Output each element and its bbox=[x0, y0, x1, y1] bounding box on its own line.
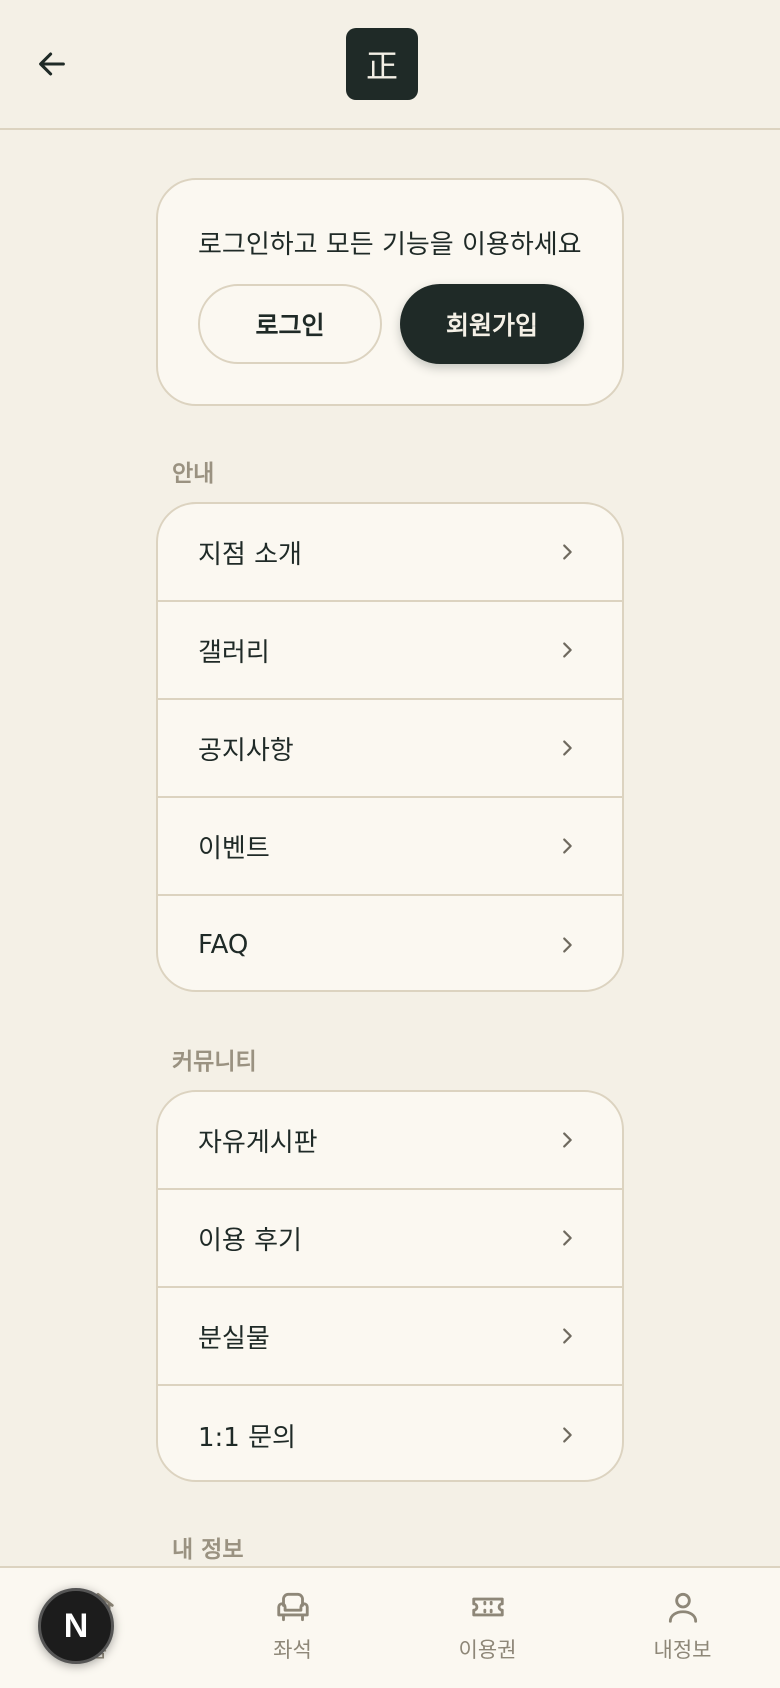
user-icon bbox=[668, 1592, 697, 1623]
chevron-right-icon bbox=[563, 838, 572, 854]
chevron-right-icon bbox=[563, 1328, 572, 1344]
tab-label: 좌석 bbox=[273, 1638, 312, 1662]
login-card: 로그인하고 모든 기능을 이용하세요 로그인 회원가입 bbox=[156, 178, 624, 406]
seat-icon bbox=[276, 1592, 309, 1622]
section-label-community: 커뮤니티 bbox=[172, 1049, 257, 1075]
app-header: 正 bbox=[0, 0, 780, 130]
menu-item-reviews[interactable]: 이용 후기 bbox=[158, 1190, 622, 1288]
menu-item-events[interactable]: 이벤트 bbox=[158, 798, 622, 896]
menu-item-label: 지점 소개 bbox=[198, 539, 302, 570]
menu-item-inquiry[interactable]: 1:1 문의 bbox=[158, 1386, 622, 1480]
login-prompt: 로그인하고 모든 기능을 이용하세요 bbox=[198, 230, 582, 260]
menu-item-label: 분실물 bbox=[198, 1323, 270, 1354]
chevron-right-icon bbox=[563, 740, 572, 756]
chevron-right-icon bbox=[563, 544, 572, 560]
menu-item-label: 이벤트 bbox=[198, 833, 270, 864]
menu-item-lost-found[interactable]: 분실물 bbox=[158, 1288, 622, 1386]
menu-item-notices[interactable]: 공지사항 bbox=[158, 700, 622, 798]
guide-menu-card: 지점 소개 갤러리 공지사항 이벤트 FAQ bbox=[156, 502, 624, 992]
chevron-right-icon bbox=[563, 642, 572, 658]
community-menu-card: 자유게시판 이용 후기 분실물 1:1 문의 bbox=[156, 1090, 624, 1482]
menu-item-label: 갤러리 bbox=[198, 637, 270, 668]
tab-label: 이용권 bbox=[458, 1638, 517, 1662]
tab-label: 내정보 bbox=[653, 1638, 712, 1662]
menu-item-label: 1:1 문의 bbox=[198, 1422, 296, 1453]
menu-item-gallery[interactable]: 갤러리 bbox=[158, 602, 622, 700]
section-label-guide: 안내 bbox=[172, 461, 215, 487]
menu-item-label: FAQ bbox=[198, 930, 249, 960]
arrow-left-icon bbox=[39, 52, 65, 76]
ticket-icon bbox=[471, 1597, 504, 1617]
tab-tickets[interactable]: 이용권 bbox=[390, 1568, 585, 1688]
tab-my-info[interactable]: 내정보 bbox=[585, 1568, 780, 1688]
chevron-right-icon bbox=[563, 1132, 572, 1148]
chevron-right-icon bbox=[563, 937, 572, 953]
menu-item-branch-intro[interactable]: 지점 소개 bbox=[158, 504, 622, 602]
menu-item-label: 자유게시판 bbox=[198, 1127, 318, 1158]
dev-indicator-badge[interactable]: N bbox=[38, 1588, 114, 1664]
section-label-my-info: 내 정보 bbox=[172, 1537, 244, 1563]
back-button[interactable] bbox=[28, 40, 76, 88]
menu-item-free-board[interactable]: 자유게시판 bbox=[158, 1092, 622, 1190]
bottom-tab-bar: 홈 좌석 이용권 내정보 bbox=[0, 1566, 780, 1688]
chevron-right-icon bbox=[563, 1427, 572, 1443]
menu-item-faq[interactable]: FAQ bbox=[158, 896, 622, 990]
menu-item-label: 공지사항 bbox=[198, 735, 294, 766]
signup-button[interactable]: 회원가입 bbox=[400, 284, 584, 364]
tab-seats[interactable]: 좌석 bbox=[195, 1568, 390, 1688]
brand-logo[interactable]: 正 bbox=[346, 28, 418, 100]
menu-item-label: 이용 후기 bbox=[198, 1225, 302, 1256]
chevron-right-icon bbox=[563, 1230, 572, 1246]
login-button[interactable]: 로그인 bbox=[198, 284, 382, 364]
